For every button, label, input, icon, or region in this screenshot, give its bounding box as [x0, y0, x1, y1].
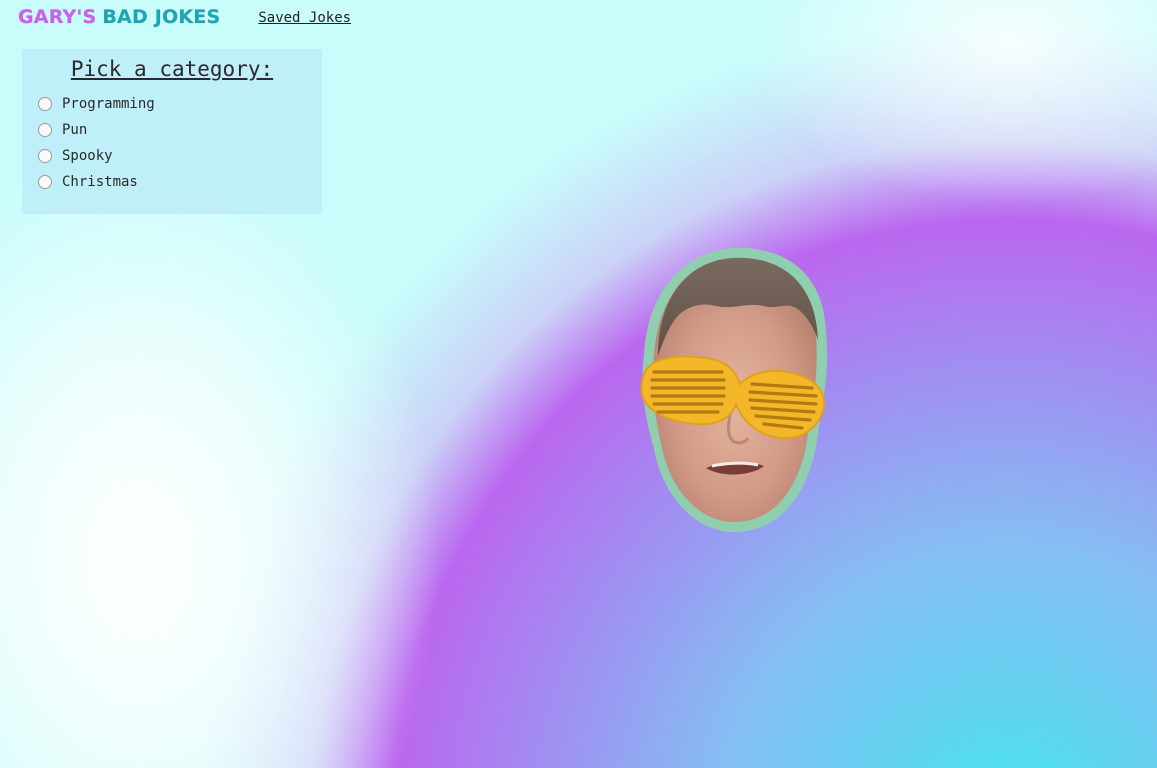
category-option-label: Programming	[62, 96, 155, 112]
category-panel: Pick a category: Programming Pun Spooky …	[22, 49, 322, 214]
gary-face-icon[interactable]	[636, 244, 832, 536]
category-option-label: Spooky	[62, 148, 113, 164]
radio-button[interactable]	[38, 149, 52, 163]
category-option-label: Pun	[62, 122, 88, 138]
category-option-programming[interactable]: Programming	[38, 91, 322, 117]
radio-button[interactable]	[38, 123, 52, 137]
radio-button[interactable]	[38, 175, 52, 189]
logo-text-bad-jokes: BAD JOKES	[102, 6, 221, 28]
radio-button[interactable]	[38, 97, 52, 111]
category-options: Programming Pun Spooky Christmas	[22, 91, 322, 195]
saved-jokes-link[interactable]: Saved Jokes	[258, 10, 351, 26]
category-option-spooky[interactable]: Spooky	[38, 143, 322, 169]
site-logo[interactable]: GARY'S BAD JOKES	[18, 6, 221, 28]
header: GARY'S BAD JOKES Saved Jokes	[18, 0, 351, 34]
logo-text-garys: GARY'S	[18, 6, 97, 28]
category-panel-title: Pick a category:	[70, 57, 274, 81]
category-option-label: Christmas	[62, 174, 138, 190]
category-option-pun[interactable]: Pun	[38, 117, 322, 143]
category-option-christmas[interactable]: Christmas	[38, 169, 322, 195]
